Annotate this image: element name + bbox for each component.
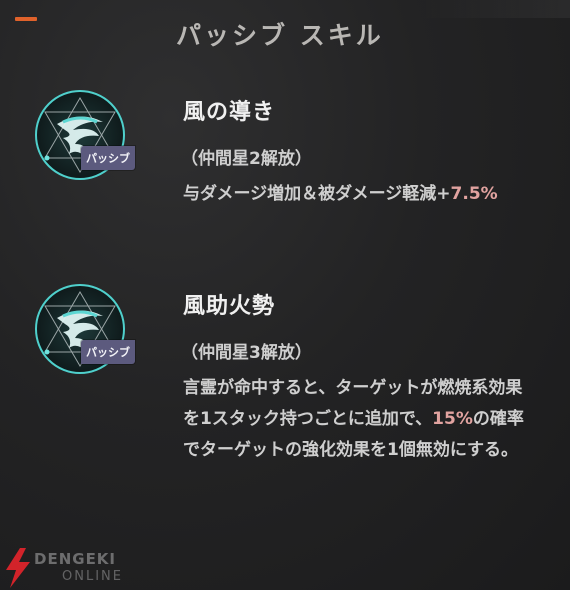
skill-unlock-condition: （仲間星3解放） [181, 343, 312, 363]
watermark-sub: ONLINE [62, 569, 123, 584]
lightning-bolt-icon [6, 548, 30, 588]
top-right-shade [420, 0, 570, 18]
skill-unlock-condition: （仲間星2解放） [181, 149, 312, 169]
skill-description: 与ダメージ増加＆被ダメージ軽減+7.5% [183, 179, 528, 210]
watermark-brand: DENGEKI [34, 550, 117, 568]
dengeki-watermark: DENGEKI ONLINE [2, 548, 142, 588]
desc-highlight-value: 15% [432, 409, 473, 429]
passive-badge: パッシブ [81, 340, 135, 364]
skill-description: 言霊が命中すると、ターゲットが燃焼系効果を1スタック持つごとに追加で、15%の確… [183, 373, 528, 466]
desc-highlight-value: 7.5% [450, 184, 498, 204]
skill-icon-container[interactable]: パッシブ [33, 88, 135, 180]
skill-name: 風助火勢 [183, 294, 276, 319]
desc-text: 与ダメージ増加＆被ダメージ軽減+ [183, 184, 451, 204]
orange-accent-bar [15, 17, 37, 21]
skill-name: 風の導き [183, 100, 276, 125]
passive-badge: パッシブ [81, 146, 135, 170]
skill-icon-container[interactable]: パッシブ [33, 282, 135, 374]
page-title: パッシブ スキル [176, 21, 384, 50]
